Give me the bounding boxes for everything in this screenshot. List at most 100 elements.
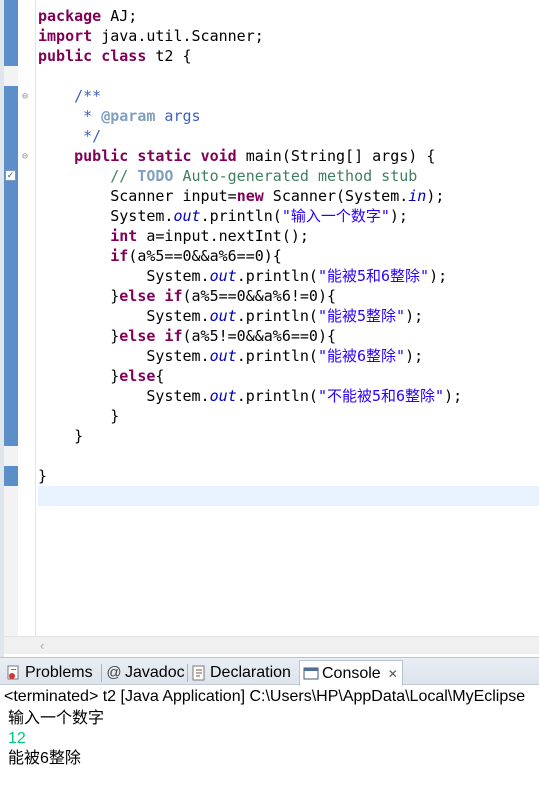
fold-collapse-icon[interactable]: ⊖ — [22, 152, 28, 162]
code-token: static — [137, 147, 192, 165]
console-line: 12 — [8, 730, 26, 747]
code-token: } — [38, 427, 84, 445]
tab-label: Console — [322, 664, 381, 682]
code-token: class — [101, 47, 147, 65]
code-line[interactable]: package AJ; — [38, 6, 539, 26]
code-editor[interactable]: ⊖ ⊖ ✓ package AJ; import java.util.Scanne… — [0, 0, 539, 657]
code-line[interactable]: public class t2 { — [38, 46, 539, 66]
console-line: 输入一个数字 — [8, 710, 105, 727]
tab-declaration[interactable]: Declaration — [191, 661, 291, 685]
tab-label: Javadoc — [125, 664, 185, 681]
code-token: public — [74, 147, 129, 165]
code-token: (a%5!=0&&a%6==0){ — [182, 327, 337, 345]
code-line[interactable]: /** — [38, 86, 539, 106]
code-line[interactable]: } — [38, 466, 539, 486]
code-token: Scanner(System. — [263, 187, 409, 205]
code-line[interactable]: * @param args — [38, 106, 539, 126]
code-token: ); — [426, 187, 445, 205]
console-icon — [303, 666, 319, 682]
code-token: System. — [38, 267, 210, 285]
code-token: System. — [38, 207, 174, 225]
tab-javadoc[interactable]: @ Javadoc — [106, 661, 185, 685]
code-line[interactable]: } — [38, 406, 539, 426]
ruler-gap — [4, 66, 18, 86]
code-line[interactable]: } — [38, 426, 539, 446]
at-icon: @ — [106, 664, 122, 681]
code-line[interactable]: }else{ — [38, 366, 539, 386]
code-line[interactable] — [38, 486, 539, 506]
code-token: } — [38, 287, 120, 305]
code-token: } — [38, 367, 120, 385]
code-token: if — [110, 247, 129, 265]
console-line: 能被6整除 — [8, 750, 81, 767]
console-status: <terminated> t2 [Java Application] C:\Us… — [4, 688, 526, 705]
console-output[interactable]: 输入一个数字 12 能被6整除 — [8, 709, 104, 769]
code-token: import — [38, 27, 93, 45]
code-token: System. — [38, 347, 210, 365]
tab-label: Declaration — [210, 664, 291, 681]
code-token: out — [209, 347, 237, 365]
code-token: ); — [389, 207, 408, 225]
code-token: AJ; — [101, 7, 138, 25]
code-line[interactable]: // TODO Auto-generated method stub — [38, 166, 539, 186]
code-area[interactable]: package AJ; import java.util.Scanner; publ… — [38, 6, 539, 506]
code-token: System. — [38, 387, 210, 405]
code-line[interactable]: if(a%5==0&&a%6==0){ — [38, 246, 539, 266]
code-token: args — [155, 107, 201, 125]
scroll-left-icon[interactable]: ‹ — [40, 637, 44, 654]
code-line[interactable]: }else if(a%5!=0&&a%6==0){ — [38, 326, 539, 346]
code-line[interactable]: System.out.println("能被5和6整除"); — [38, 266, 539, 286]
code-line[interactable]: System.out.println("不能被5和6整除"); — [38, 386, 539, 406]
code-token: ); — [429, 267, 448, 285]
view-tab-bar: Problems @ Javadoc Declaration Console ✕ — [0, 657, 539, 686]
code-token: out — [209, 387, 237, 405]
tab-console[interactable]: Console ✕ — [299, 660, 403, 686]
code-line[interactable]: System.out.println("能被5整除"); — [38, 306, 539, 326]
code-line[interactable]: */ — [38, 126, 539, 146]
code-token: void — [200, 147, 237, 165]
code-token: "能被5和6整除" — [317, 267, 430, 285]
code-token: @param — [101, 107, 156, 125]
code-line[interactable]: import java.util.Scanner; — [38, 26, 539, 46]
code-token: } — [38, 467, 48, 485]
ruler-gap — [4, 446, 18, 466]
horizontal-scrollbar[interactable]: ‹ — [4, 636, 539, 654]
code-token: out — [209, 307, 237, 325]
code-token: public — [38, 47, 93, 65]
declaration-icon — [191, 665, 207, 681]
code-line[interactable]: Scanner input=new Scanner(System.in); — [38, 186, 539, 206]
margin-line — [35, 0, 36, 636]
code-token: "不能被5和6整除" — [317, 387, 445, 405]
tab-divider — [101, 664, 102, 682]
code-token: System. — [38, 307, 210, 325]
code-line[interactable] — [38, 66, 539, 86]
code-token: "能被6整除" — [317, 347, 406, 365]
code-line[interactable]: public static void main(String[] args) { — [38, 146, 539, 166]
problems-icon — [6, 665, 22, 681]
fold-collapse-icon[interactable]: ⊖ — [22, 92, 28, 102]
task-checkbox-icon[interactable]: ✓ — [5, 170, 16, 181]
code-token: * — [38, 107, 102, 125]
code-line[interactable]: System.out.println("能被6整除"); — [38, 346, 539, 366]
code-token: .println( — [236, 267, 318, 285]
code-token: // — [110, 167, 138, 185]
code-token: a=input.nextInt(); — [137, 227, 309, 245]
code-token: } — [38, 327, 120, 345]
code-token: out — [173, 207, 201, 225]
code-line[interactable]: }else if(a%5==0&&a%6!=0){ — [38, 286, 539, 306]
code-token: .println( — [236, 347, 318, 365]
code-line[interactable]: System.out.println("输入一个数字"); — [38, 206, 539, 226]
tab-problems[interactable]: Problems — [6, 661, 93, 685]
code-token: .println( — [236, 387, 318, 405]
close-icon[interactable]: ✕ — [388, 667, 398, 681]
code-token: (a%5==0&&a%6==0){ — [128, 247, 282, 265]
console-view: Problems @ Javadoc Declaration Console ✕… — [0, 657, 539, 811]
code-line[interactable] — [38, 446, 539, 466]
code-token: package — [38, 7, 102, 25]
code-line[interactable]: int a=input.nextInt(); — [38, 226, 539, 246]
